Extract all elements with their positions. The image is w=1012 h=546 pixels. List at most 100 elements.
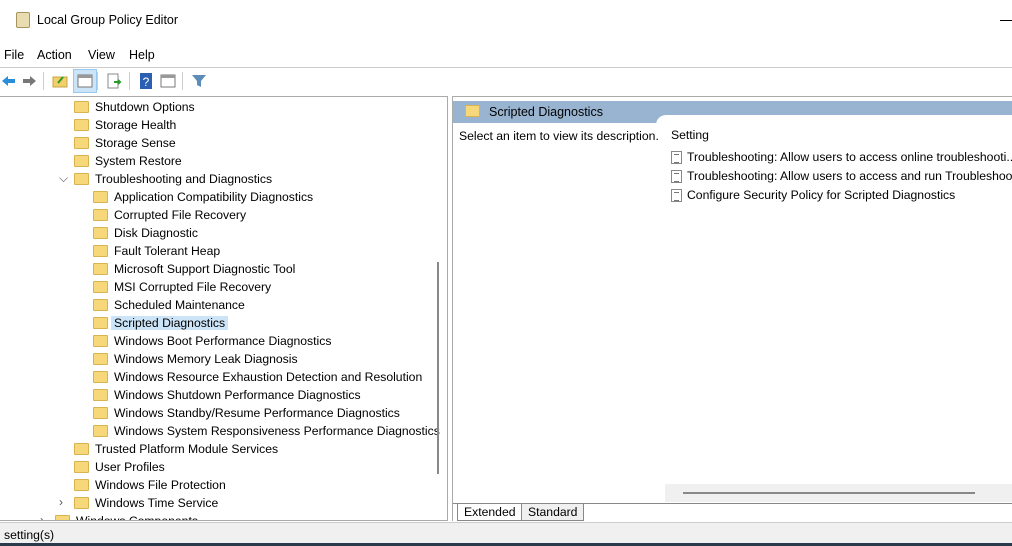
folder-icon [74, 101, 89, 113]
app-icon [16, 12, 30, 28]
filter-icon[interactable] [190, 72, 208, 90]
tree-scrollbar[interactable] [437, 262, 439, 474]
tree-item[interactable]: Windows Standby/Resume Performance Diagn… [0, 404, 440, 422]
folder-icon [74, 461, 89, 473]
details-title: Scripted Diagnostics [489, 105, 603, 119]
folder-icon [93, 209, 108, 221]
folder-icon [93, 317, 108, 329]
tree-item[interactable]: › Windows Time Service [0, 494, 440, 512]
tree-item-label: Disk Diagnostic [114, 226, 198, 240]
tree-item-label: Storage Sense [95, 136, 176, 150]
menu-help[interactable]: Help [129, 48, 155, 62]
tree-item-label: Shutdown Options [95, 100, 195, 114]
folder-icon [93, 299, 108, 311]
export-list-icon[interactable] [105, 72, 123, 90]
tree-item[interactable]: Storage Sense [0, 134, 440, 152]
chevron-right-icon[interactable]: › [40, 513, 44, 520]
tree-item[interactable]: Windows Resource Exhaustion Detection an… [0, 368, 440, 386]
show-hide-tree-icon[interactable] [73, 69, 97, 93]
view-tabs: Extended Standard [453, 503, 1012, 522]
folder-icon [93, 425, 108, 437]
tree-item-label: Windows Components [76, 514, 198, 521]
tree-item[interactable]: Shutdown Options [0, 98, 440, 116]
tree-item-label: Application Compatibility Diagnostics [114, 190, 314, 204]
tree-item[interactable]: Windows Memory Leak Diagnosis [0, 350, 440, 368]
tree-item-label: Windows Boot Performance Diagnostics [114, 334, 332, 348]
tree-item-label: Scripted Diagnostics [111, 316, 229, 330]
status-text: setting(s) [4, 528, 55, 542]
tree-item-label: Windows Standby/Resume Performance Diagn… [114, 406, 400, 420]
tree-item[interactable]: MSI Corrupted File Recovery [0, 278, 440, 296]
title-bar: Local Group Policy Editor [0, 0, 1012, 40]
tree-item-label: User Profiles [95, 460, 165, 474]
tree-item[interactable]: System Restore [0, 152, 440, 170]
tree-item[interactable]: Trusted Platform Module Services [0, 440, 440, 458]
tab-standard[interactable]: Standard [521, 504, 585, 521]
tree-item-label: System Restore [95, 154, 182, 168]
tree-item[interactable]: Scheduled Maintenance [0, 296, 440, 314]
folder-icon [74, 497, 89, 509]
tree-item-label: Troubleshooting and Diagnostics [95, 172, 273, 186]
details-pane: Scripted Diagnostics Select an item to v… [452, 96, 1012, 522]
folder-icon [74, 155, 89, 167]
tree-item-label: Windows File Protection [95, 478, 226, 492]
tree-item-label: Trusted Platform Module Services [95, 442, 279, 456]
menu-action[interactable]: Action [37, 48, 72, 62]
policy-icon [671, 151, 682, 164]
chevron-down-icon[interactable]: ⌵ [59, 171, 68, 186]
tree-item[interactable]: Disk Diagnostic [0, 224, 440, 242]
folder-icon [74, 137, 89, 149]
folder-icon [93, 263, 108, 275]
folder-icon [93, 335, 108, 347]
folder-icon [93, 281, 108, 293]
tree-item[interactable]: Application Compatibility Diagnostics [0, 188, 440, 206]
tree-item[interactable]: Windows System Responsiveness Performanc… [0, 422, 440, 440]
folder-icon [465, 105, 480, 117]
tree-pane: Shutdown Options Storage Health Storage Se… [0, 96, 448, 521]
back-icon[interactable] [0, 72, 18, 90]
menu-view[interactable]: View [88, 48, 115, 62]
tree-item[interactable]: Scripted Diagnostics [0, 314, 440, 332]
tree-item-label: Scheduled Maintenance [114, 298, 245, 312]
folder-icon [74, 443, 89, 455]
help-icon[interactable]: ? [137, 72, 155, 90]
folder-icon [74, 479, 89, 491]
tree-item-label: Windows Time Service [95, 496, 219, 510]
folder-icon [93, 191, 108, 203]
tree-item-label: Windows Shutdown Performance Diagnostics [114, 388, 361, 402]
forward-icon[interactable] [20, 72, 38, 90]
tree-item-label: Corrupted File Recovery [114, 208, 247, 222]
folder-icon [74, 119, 89, 131]
menu-file[interactable]: File [4, 48, 24, 62]
tree-item[interactable]: User Profiles [0, 458, 440, 476]
tree-item[interactable]: › Windows Components [0, 512, 440, 521]
tree-item[interactable]: Windows Shutdown Performance Diagnostics [0, 386, 440, 404]
tree-item[interactable]: Storage Health [0, 116, 440, 134]
folder-icon [74, 173, 89, 185]
folder-icon [93, 407, 108, 419]
tree-item[interactable]: Microsoft Support Diagnostic Tool [0, 260, 440, 278]
window-title: Local Group Policy Editor [37, 13, 179, 27]
folder-icon [93, 353, 108, 365]
folder-icon [55, 515, 70, 520]
policy-icon [671, 170, 682, 183]
setting-column-header[interactable]: Setting [671, 128, 709, 142]
tree-item[interactable]: Windows Boot Performance Diagnostics [0, 332, 440, 350]
tree-item-label: Windows Memory Leak Diagnosis [114, 352, 298, 366]
tree-item[interactable]: ⌵ Troubleshooting and Diagnostics [0, 170, 440, 188]
minimize-button[interactable] [1000, 20, 1012, 21]
description-text: Select an item to view its description. [459, 129, 659, 143]
svg-text:?: ? [143, 75, 150, 89]
tree-item[interactable]: Corrupted File Recovery [0, 206, 440, 224]
horizontal-scrollbar[interactable] [683, 492, 975, 494]
tree-item[interactable]: Fault Tolerant Heap [0, 242, 440, 260]
tree-item[interactable]: Windows File Protection [0, 476, 440, 494]
properties-icon[interactable] [159, 72, 177, 90]
tree-item-label: Windows Resource Exhaustion Detection an… [114, 370, 423, 384]
folder-icon [93, 371, 108, 383]
tree-item-label: Fault Tolerant Heap [114, 244, 221, 258]
tab-extended[interactable]: Extended [457, 504, 523, 521]
tree-item-label: Storage Health [95, 118, 177, 132]
chevron-right-icon[interactable]: › [59, 495, 63, 509]
up-folder-icon[interactable] [51, 72, 69, 90]
